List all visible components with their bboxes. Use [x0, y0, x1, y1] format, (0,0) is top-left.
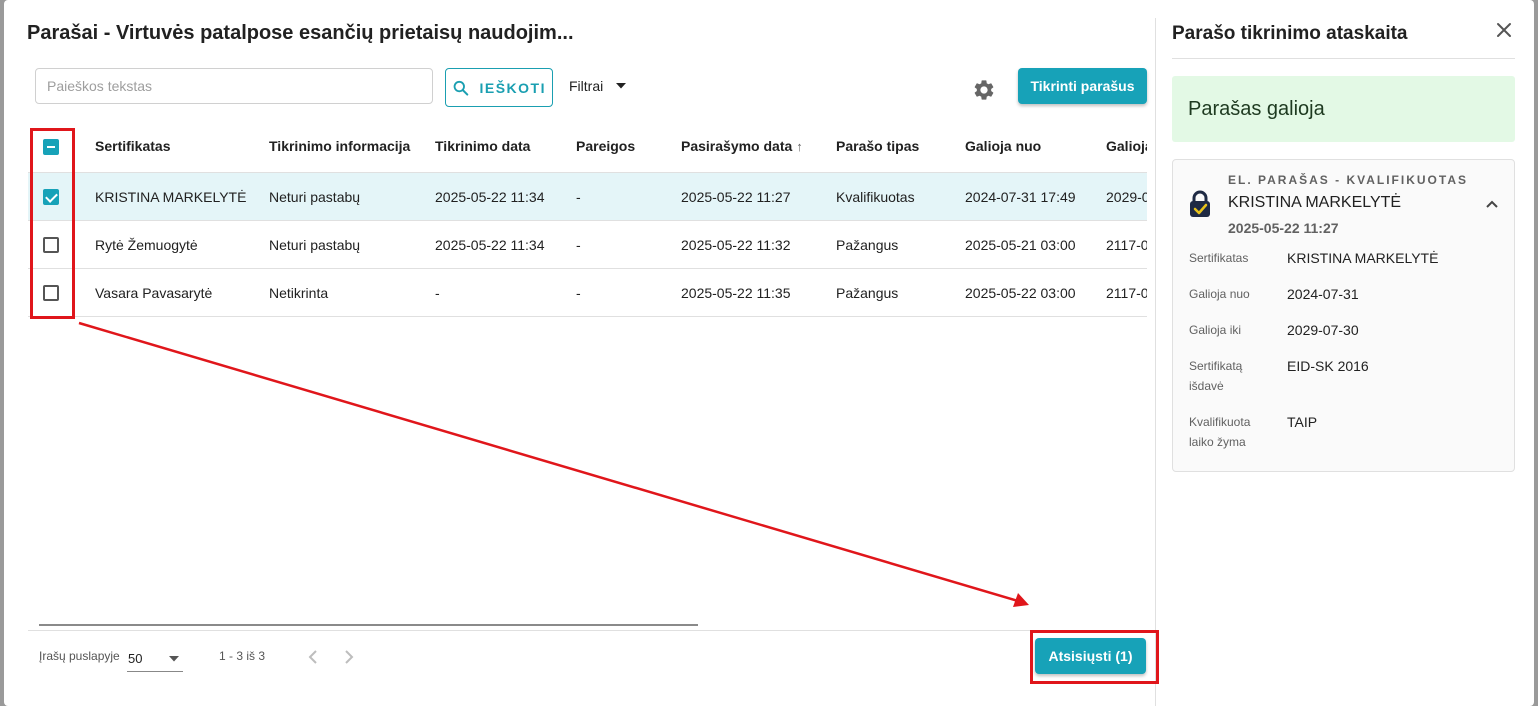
column-header[interactable]: Sertifikatas	[95, 120, 269, 173]
table-cell: -	[576, 220, 681, 269]
caret-down-icon	[169, 655, 179, 661]
table-cell: 2117-05-22	[1106, 268, 1147, 317]
table-cell: Kvalifikuotas	[836, 172, 965, 221]
column-header[interactable]: Pareigos	[576, 120, 681, 173]
table-cell: Pažangus	[836, 220, 965, 269]
column-header[interactable]: Parašo tipas	[836, 120, 965, 173]
table-cell: 2025-05-22 11:34	[435, 220, 576, 269]
per-page-select[interactable]: 50	[127, 646, 183, 672]
footer-divider	[28, 630, 1155, 631]
detail-label: Sertifikatą išdavė	[1189, 359, 1243, 393]
horizontal-scrollbar[interactable]	[39, 624, 698, 626]
table-cell: Vasara Pavasarytė	[95, 268, 269, 317]
signature-status-banner: Parašas galioja	[1172, 76, 1515, 142]
column-header-sorted[interactable]: Pasirašymo data ↑	[681, 120, 836, 173]
table-row[interactable]: Rytė Žemuogytė Neturi pastabų 2025-05-22…	[28, 220, 1147, 269]
signing-date: 2025-05-22 11:27	[1228, 220, 1339, 236]
detail-label: Sertifikatas	[1189, 251, 1249, 265]
per-page-value: 50	[128, 651, 143, 666]
table-cell: KRISTINA MARKELYTĖ	[95, 172, 269, 221]
signatures-dialog: Parašai - Virtuvės patalpose esančių pri…	[4, 0, 1534, 706]
per-page-label: Įrašų puslapyje	[39, 649, 120, 663]
signer-name: KRISTINA MARKELYTĖ	[1228, 194, 1402, 211]
table-cell: 2025-05-21 03:00	[965, 220, 1106, 269]
download-button[interactable]: Atsisiųsti (1)	[1035, 638, 1146, 674]
detail-value: EID-SK 2016	[1287, 358, 1369, 374]
close-icon[interactable]	[1494, 20, 1514, 40]
row-checkbox[interactable]	[43, 189, 59, 206]
search-button[interactable]: IEŠKOTI	[445, 68, 553, 107]
signature-type: EL. PARAŠAS - KVALIFIKUOTAS	[1228, 173, 1468, 187]
detail-value: 2024-07-31	[1287, 286, 1359, 302]
dialog-title: Parašai - Virtuvės patalpose esančių pri…	[27, 22, 574, 44]
signatures-table: Sertifikatas Tikrinimo informacija Tikri…	[28, 120, 1147, 320]
padlock-icon	[1190, 190, 1210, 217]
table-cell: 2024-07-31 17:49	[965, 172, 1106, 221]
detail-value: 2029-07-30	[1287, 322, 1359, 338]
column-header[interactable]: Tikrinimo informacija	[269, 120, 435, 173]
chevron-right-icon	[345, 650, 354, 664]
column-header-label: Pasirašymo data	[681, 138, 793, 154]
search-button-label: IEŠKOTI	[479, 79, 546, 96]
column-header[interactable]: Tikrinimo data	[435, 120, 576, 173]
table-cell: -	[576, 268, 681, 317]
table-row[interactable]: Vasara Pavasarytė Netikrinta - - 2025-05…	[28, 268, 1147, 317]
filters-dropdown[interactable]: Filtrai	[569, 78, 627, 94]
report-title-divider	[1172, 58, 1515, 59]
table-cell: 2025-05-22 03:00	[965, 268, 1106, 317]
table-cell: Neturi pastabų	[269, 220, 435, 269]
filters-label: Filtrai	[569, 78, 604, 94]
table-cell: 2025-05-22 11:34	[435, 172, 576, 221]
detail-label: Galioja iki	[1189, 323, 1242, 337]
detail-value: KRISTINA MARKELYTĖ	[1287, 250, 1439, 266]
column-header[interactable]: Galioja nuo	[965, 120, 1106, 173]
sort-ascending-icon: ↑	[796, 139, 803, 154]
table-cell: 2029-07-30	[1106, 172, 1147, 221]
table-cell: -	[435, 268, 576, 317]
next-page-button[interactable]	[338, 646, 360, 668]
table-cell: 2025-05-22 11:32	[681, 220, 836, 269]
row-checkbox[interactable]	[43, 285, 59, 302]
column-header[interactable]: Galioja iki	[1106, 120, 1147, 173]
signature-detail-card: EL. PARAŠAS - KVALIFIKUOTAS KRISTINA MAR…	[1172, 159, 1515, 472]
row-checkbox[interactable]	[43, 237, 59, 254]
table-cell: Pažangus	[836, 268, 965, 317]
chevron-left-icon	[308, 650, 317, 664]
table-cell: 2025-05-22 11:35	[681, 268, 836, 317]
table-cell: 2025-05-22 11:27	[681, 172, 836, 221]
chevron-up-icon[interactable]	[1483, 196, 1501, 214]
search-icon	[453, 80, 469, 96]
table-cell: Rytė Žemuogytė	[95, 220, 269, 269]
table-cell: 2117-05-21	[1106, 220, 1147, 269]
table-cell: -	[576, 172, 681, 221]
detail-label: Kvalifikuota laiko žyma	[1189, 415, 1251, 449]
search-input[interactable]	[35, 68, 433, 104]
table-header-row: Sertifikatas Tikrinimo informacija Tikri…	[28, 120, 1147, 173]
detail-label: Galioja nuo	[1189, 287, 1250, 301]
table-cell: Neturi pastabų	[269, 172, 435, 221]
gear-icon[interactable]	[972, 78, 996, 102]
prev-page-button[interactable]	[302, 646, 324, 668]
caret-down-icon	[616, 83, 627, 89]
report-title: Parašo tikrinimo ataskaita	[1172, 23, 1408, 44]
pagination-range: 1 - 3 iš 3	[219, 649, 266, 663]
check-signatures-button[interactable]: Tikrinti parašus	[1018, 68, 1147, 104]
table-row[interactable]: KRISTINA MARKELYTĖ Neturi pastabų 2025-0…	[28, 172, 1147, 221]
detail-value: TAIP	[1287, 414, 1318, 430]
table-cell: Netikrinta	[269, 268, 435, 317]
panel-divider	[1155, 18, 1156, 706]
select-all-checkbox[interactable]	[43, 138, 59, 155]
